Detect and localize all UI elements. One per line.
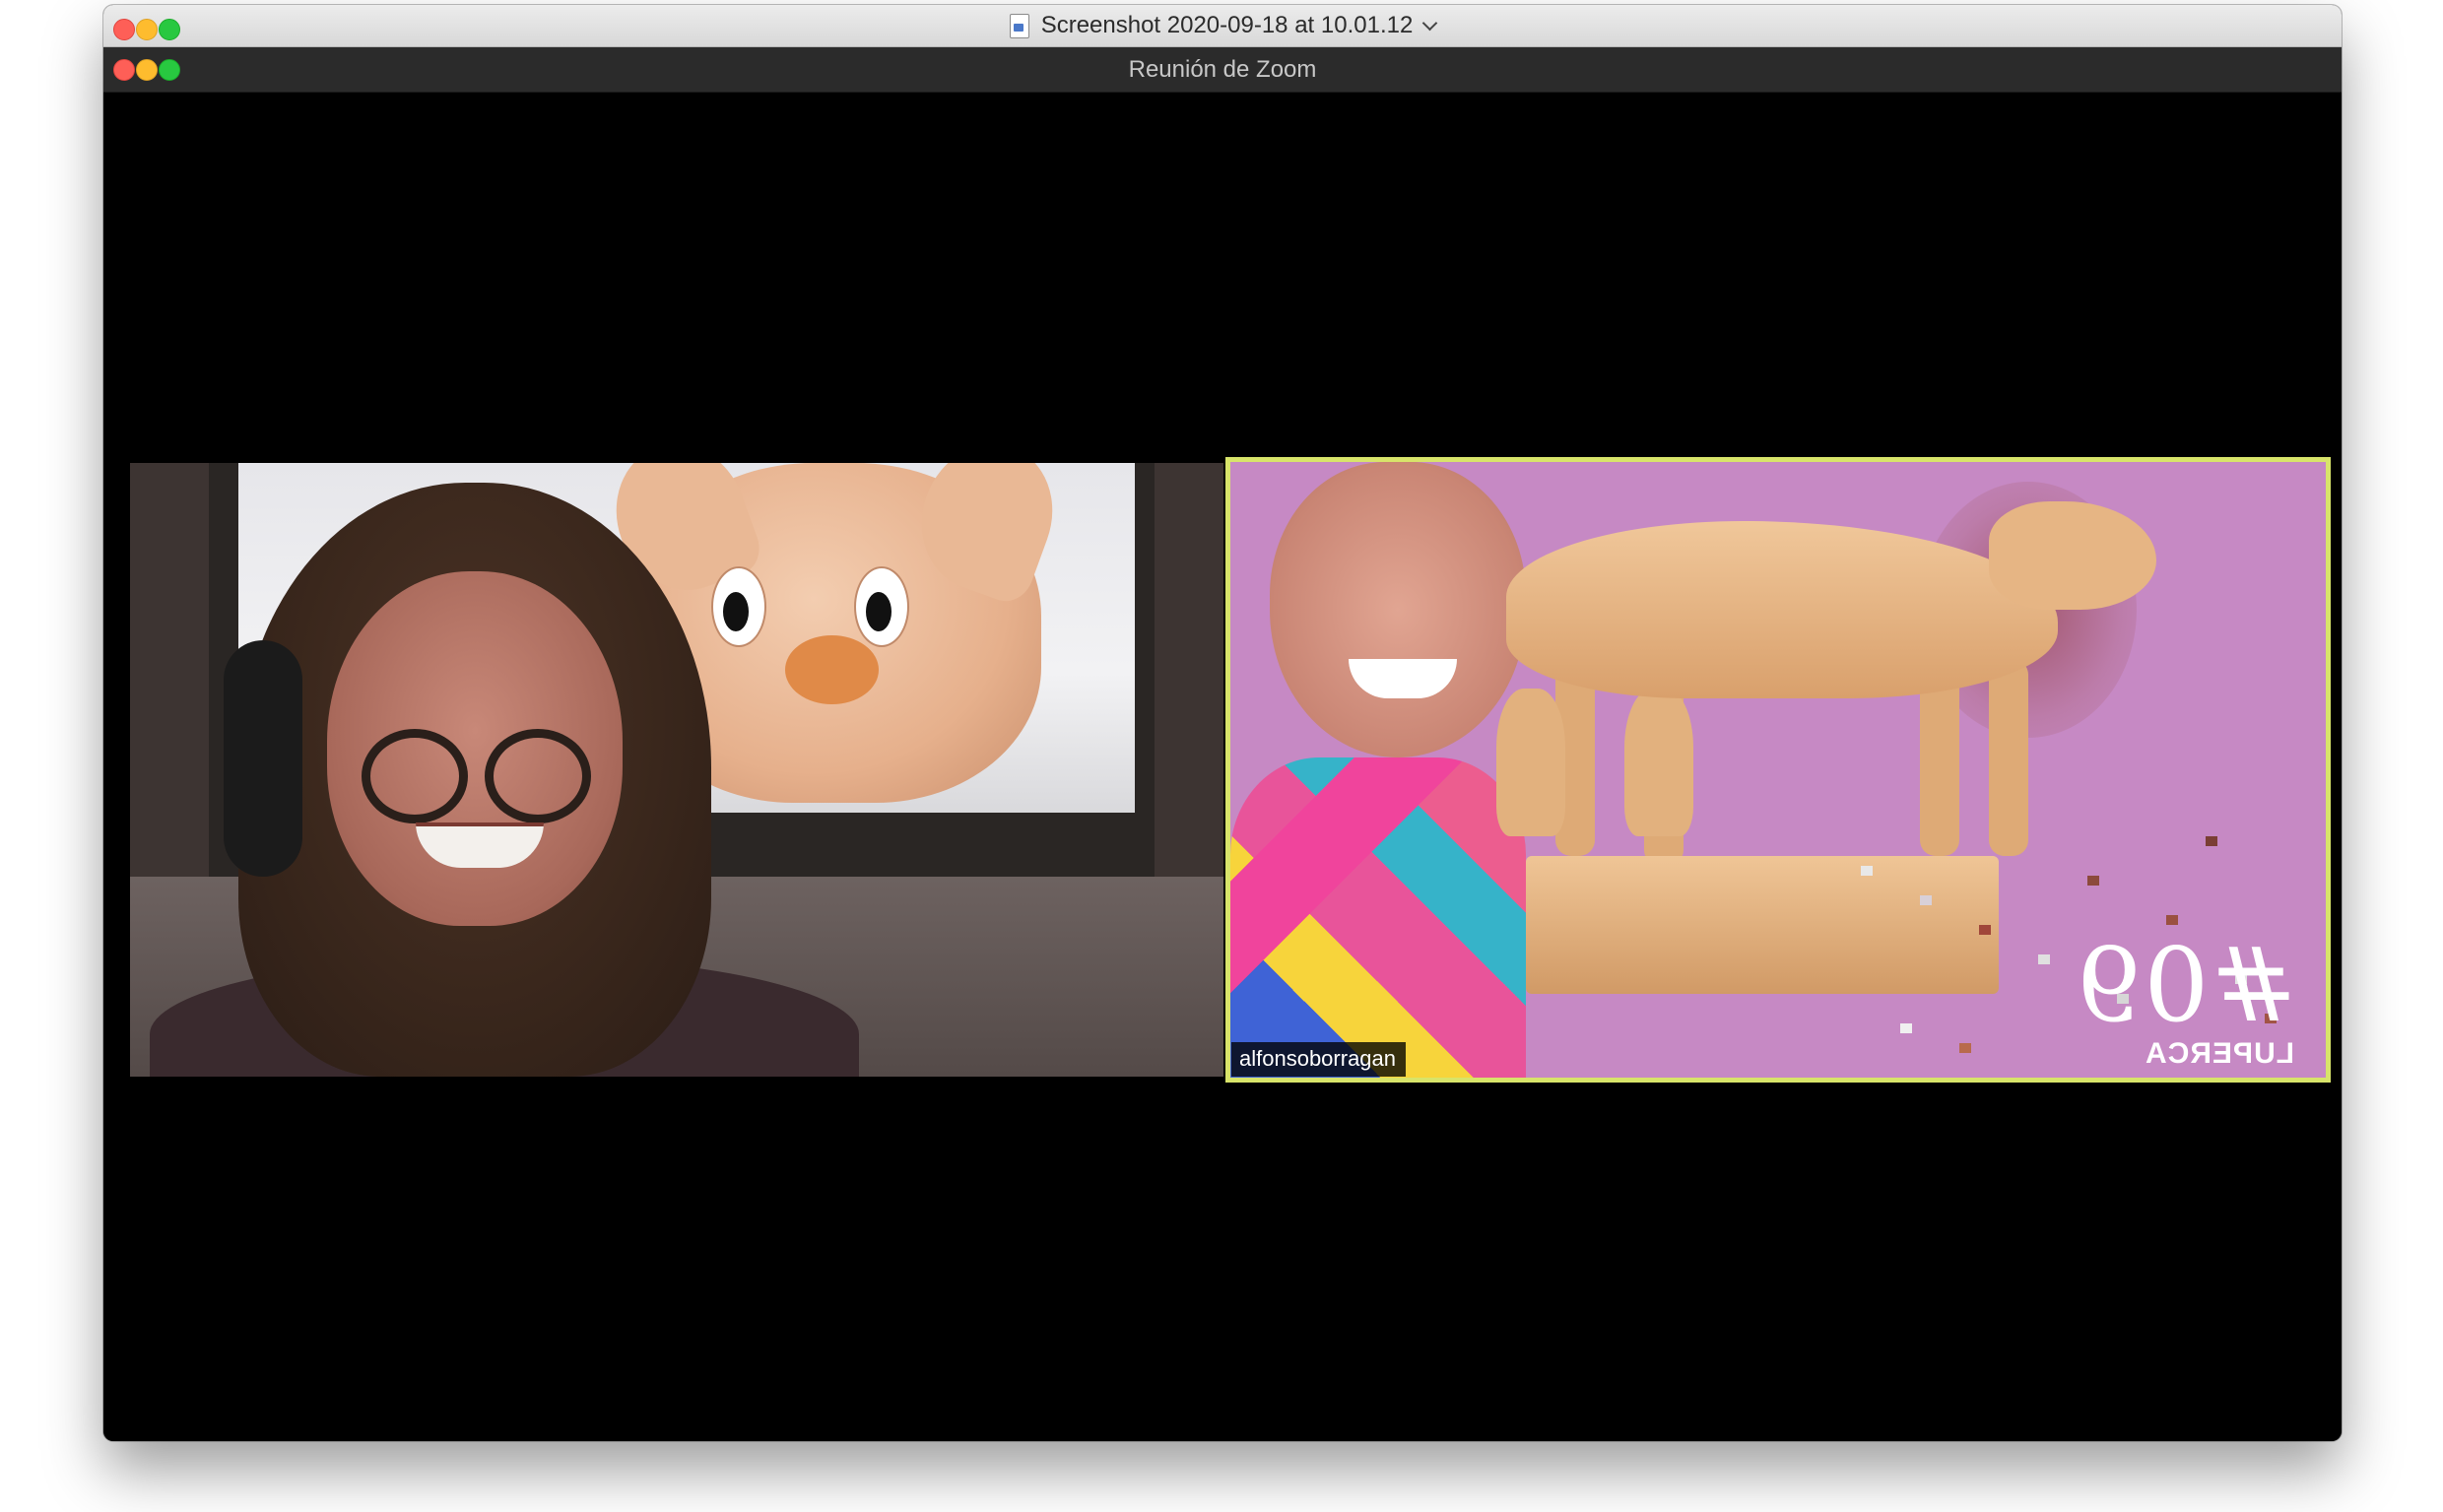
particle <box>2038 954 2050 964</box>
particle <box>2087 876 2099 886</box>
particle <box>1920 895 1932 905</box>
zoom-window-title: Reunión de Zoom <box>1128 55 1317 83</box>
statue-leg <box>1989 659 2028 856</box>
particle <box>1861 866 1873 876</box>
headphones <box>224 640 302 877</box>
statue-twin <box>1624 689 1693 836</box>
participant-face <box>1270 462 1526 757</box>
particle <box>1959 1043 1971 1053</box>
document-icon <box>1009 13 1029 38</box>
particle <box>1900 1023 1912 1033</box>
preview-title: Screenshot 2020-09-18 at 10.01.12 <box>1040 12 1414 38</box>
preview-window: Screenshot 2020-09-18 at 10.01.12 Reunió… <box>103 5 2342 1441</box>
chevron-down-icon[interactable] <box>1422 15 1438 31</box>
participant-video-tile-1[interactable] <box>130 463 1223 1077</box>
participant-shirt <box>1230 757 1526 1078</box>
participant-name-tag: alfonsoborragan <box>1231 1042 1407 1077</box>
particle <box>2166 915 2178 925</box>
particle <box>2206 836 2217 846</box>
participant-video-tile-2[interactable]: #09 LUPERCA Souvenir Gemelos alfonsoborr… <box>1225 457 2331 1083</box>
video-gallery: #09 LUPERCA Souvenir Gemelos alfonsoborr… <box>103 93 2342 1441</box>
brand-subtitle: Souvenir Gemelos <box>2180 1075 2294 1083</box>
statue-base <box>1526 856 1999 994</box>
preview-titlebar: Screenshot 2020-09-18 at 10.01.12 <box>103 5 2342 47</box>
zoom-titlebar: Reunión de Zoom <box>103 47 2342 93</box>
particle <box>1979 925 1991 935</box>
brand-name: LUPERCA <box>2144 1037 2294 1070</box>
statue-twin <box>1496 689 1565 836</box>
preview-title-area[interactable]: Screenshot 2020-09-18 at 10.01.12 <box>103 5 2342 46</box>
participant-face <box>327 571 623 926</box>
statue-wolf-head <box>1989 501 2156 610</box>
brand-number: #09 <box>2074 925 2296 1045</box>
